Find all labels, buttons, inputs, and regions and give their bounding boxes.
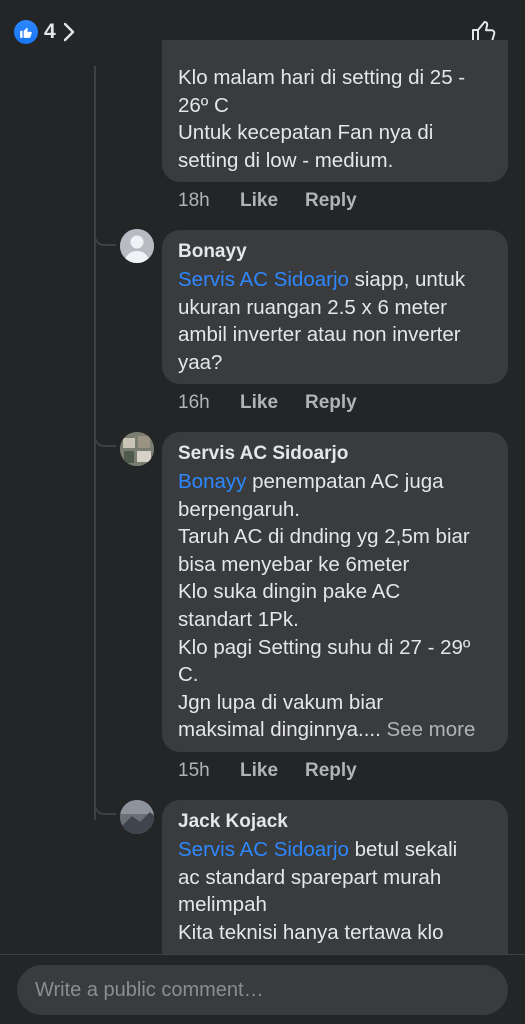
comment-body: penempatan AC juga berpengaruh. Taruh AC… <box>178 470 471 742</box>
avatar[interactable] <box>120 432 154 466</box>
like-link[interactable]: Like <box>240 760 305 782</box>
like-link[interactable]: Like <box>240 190 305 212</box>
thread-branch <box>94 234 116 246</box>
comment-author[interactable]: Servis AC Sidoarjo <box>178 440 492 468</box>
comment-input-placeholder: Write a public comment… <box>35 978 264 1001</box>
comment-bubble: Klo malam hari di setting di 25 - 26º C … <box>162 40 508 182</box>
comment-bubble: Servis AC Sidoarjo Bonayy penempatan AC … <box>162 432 508 752</box>
comment-text: Servis AC Sidoarjo siapp, untuk ukuran r… <box>178 266 492 376</box>
profile-photo-icon <box>120 432 154 466</box>
comment-text: Servis AC Sidoarjo betul sekali ac stand… <box>178 836 492 946</box>
comment-author[interactable]: Jack Kojack <box>178 808 492 836</box>
reply-link[interactable]: Reply <box>305 190 357 212</box>
comment-text: Klo malam hari di setting di 25 - 26º C … <box>178 66 466 172</box>
comment-input[interactable]: Write a public comment… <box>17 965 508 1015</box>
default-avatar-icon <box>120 229 154 263</box>
comment-text: Bonayy penempatan AC juga berpengaruh. T… <box>178 468 492 744</box>
comment-author[interactable]: Bonayy <box>178 238 492 266</box>
comment-time: 16h <box>178 392 210 413</box>
comment-meta: 16h Like Reply <box>178 392 357 414</box>
mention-link[interactable]: Bonayy <box>178 470 246 493</box>
comment-meta: 15h Like Reply <box>178 760 357 782</box>
mention-link[interactable]: Servis AC Sidoarjo <box>178 838 349 861</box>
reaction-count: 4 <box>44 20 56 43</box>
comment-meta: 18h Like Reply <box>178 190 357 212</box>
mention-link[interactable]: Servis AC Sidoarjo <box>178 268 349 291</box>
thread-branch <box>94 803 116 815</box>
thread-branch <box>94 435 116 447</box>
comment-bubble: Bonayy Servis AC Sidoarjo siapp, untuk u… <box>162 230 508 384</box>
see-more-link[interactable]: See more <box>381 718 476 741</box>
reply-link[interactable]: Reply <box>305 760 357 782</box>
comment-time: 15h <box>178 760 210 781</box>
reactions-summary[interactable]: 4 <box>14 20 76 44</box>
chevron-right-icon <box>63 22 74 42</box>
reply-link[interactable]: Reply <box>305 392 357 414</box>
profile-photo-icon <box>120 800 154 834</box>
avatar[interactable] <box>120 800 154 834</box>
comment-time: 18h <box>178 190 210 211</box>
comments-screen: 4 Klo malam hari di setting di 25 - 26º … <box>0 0 525 1024</box>
avatar[interactable] <box>120 229 154 263</box>
like-reaction-icon <box>14 20 38 44</box>
comment-composer-bar: Write a public comment… <box>0 954 525 1024</box>
like-link[interactable]: Like <box>240 392 305 414</box>
